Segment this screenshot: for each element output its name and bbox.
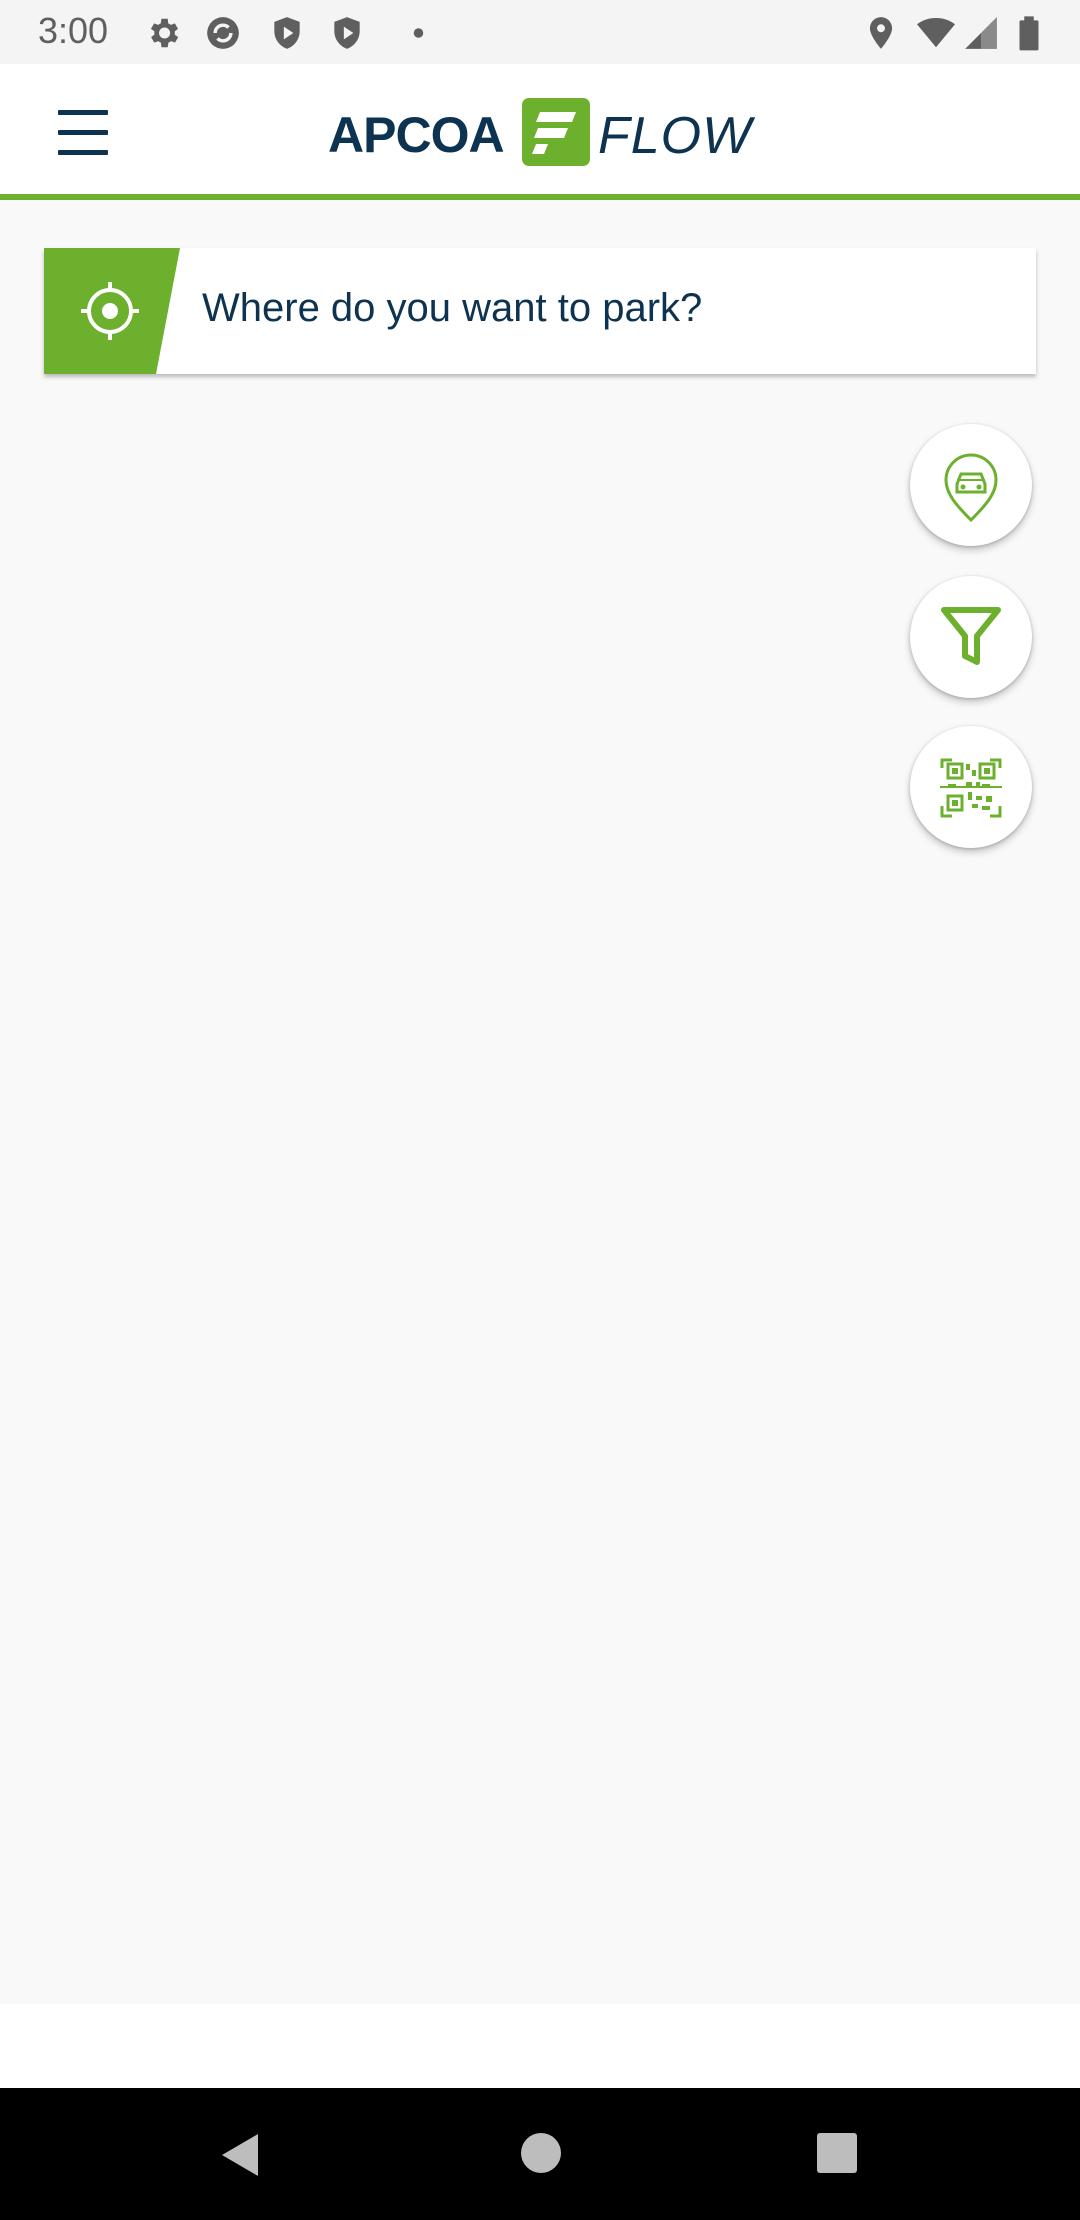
bottom-panel: [0, 2004, 1080, 2088]
crosshair-icon[interactable]: [44, 248, 180, 374]
status-time: 3:00: [38, 10, 109, 51]
signal-icon: [965, 17, 997, 49]
shield-play-icon: [334, 17, 360, 49]
recents-icon[interactable]: [816, 2132, 858, 2174]
car-pin-icon: [944, 453, 998, 523]
search-bar[interactable]: Where do you want to park?: [44, 248, 1036, 374]
filter-icon: [941, 607, 1001, 665]
dot-icon: [413, 28, 424, 38]
logo-text-apcoa: APCOA: [328, 107, 505, 163]
app-header: APCOA FLOW: [0, 64, 1080, 200]
parked-car-location-button[interactable]: [910, 424, 1032, 546]
sync-icon: [207, 17, 239, 49]
system-navigation-bar: [0, 2088, 1080, 2220]
location-icon: [869, 17, 893, 49]
home-icon[interactable]: [520, 2132, 562, 2174]
settings-icon: [150, 18, 179, 48]
hamburger-menu-icon[interactable]: [50, 108, 116, 158]
search-input[interactable]: Where do you want to park?: [202, 286, 702, 331]
back-icon[interactable]: [218, 2132, 262, 2178]
status-bar: 3:00: [0, 0, 1080, 64]
shield-play-icon: [274, 17, 300, 49]
filter-button[interactable]: [910, 576, 1032, 698]
logo-mark-icon: [522, 98, 590, 166]
apcoa-flow-logo: APCOA FLOW: [328, 98, 758, 170]
qr-scan-button[interactable]: [910, 726, 1032, 848]
battery-icon: [1019, 16, 1039, 51]
qr-code-icon: [940, 758, 1002, 818]
logo-text-flow: FLOW: [598, 107, 753, 165]
wifi-icon: [917, 17, 955, 48]
